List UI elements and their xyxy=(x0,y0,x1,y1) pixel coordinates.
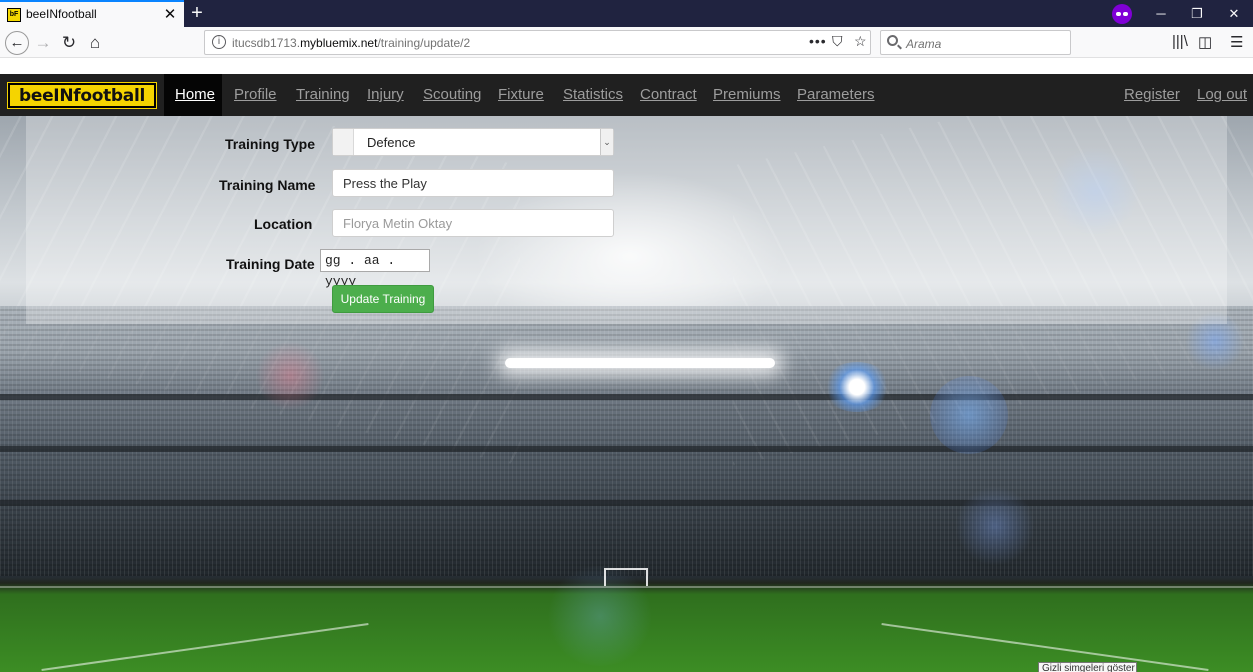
update-training-button[interactable]: Update Training xyxy=(332,285,434,313)
training-type-select[interactable]: Defence ⌄ xyxy=(332,128,614,156)
reload-icon[interactable]: ↻ xyxy=(57,31,81,55)
browser-toolbar: ← → ↻ ⌂ i itucsdb1713.mybluemix.net/trai… xyxy=(0,27,1253,58)
home-icon[interactable]: ⌂ xyxy=(83,31,107,55)
window-close-icon[interactable]: ✕ xyxy=(1216,0,1252,27)
search-icon xyxy=(887,35,898,46)
site-favicon-icon: bF xyxy=(7,8,21,22)
url-text: itucsdb1713.mybluemix.net/training/updat… xyxy=(232,36,471,50)
nav-link-register[interactable]: Register xyxy=(1124,86,1180,103)
pitch-line xyxy=(0,586,1253,588)
select-left-cap xyxy=(333,129,354,155)
info-icon[interactable]: i xyxy=(212,35,226,49)
nav-link-contract[interactable]: Contract xyxy=(640,86,697,103)
pitch-line xyxy=(41,623,369,671)
stand-tier-2 xyxy=(0,446,1253,452)
stand-tier-1 xyxy=(0,394,1253,400)
location-input[interactable] xyxy=(332,209,614,237)
hamburger-menu-icon[interactable]: ☰ xyxy=(1230,33,1243,51)
stadium-crowd xyxy=(0,306,1253,576)
pocket-icon[interactable]: ⛉ xyxy=(832,33,843,50)
search-placeholder: Arama xyxy=(906,37,942,51)
brand-logo[interactable]: beeINfootball xyxy=(7,82,157,109)
page-actions-icon[interactable]: ••• xyxy=(809,33,827,49)
training-type-label: Training Type xyxy=(225,136,315,152)
tab-close-icon[interactable]: ✕ xyxy=(160,5,180,25)
nav-link-logout[interactable]: Log out xyxy=(1197,86,1247,103)
nav-link-fixture[interactable]: Fixture xyxy=(498,86,544,103)
taskbar-tooltip: Gizli simgeleri göster xyxy=(1038,662,1137,672)
address-bar[interactable]: i itucsdb1713.mybluemix.net/training/upd… xyxy=(204,30,871,55)
location-label: Location xyxy=(254,216,313,232)
browser-tab-strip: bF beeINfootball ✕ + ─ ❐ ✕ xyxy=(0,0,1253,27)
restore-icon[interactable]: ❐ xyxy=(1179,0,1215,27)
lens-flare-orb xyxy=(930,376,1008,454)
private-mask-icon xyxy=(1112,4,1132,24)
nav-link-training[interactable]: Training xyxy=(296,86,350,103)
tab-title: beeINfootball xyxy=(26,7,97,21)
training-name-label: Training Name xyxy=(219,177,316,193)
page-top-margin xyxy=(0,58,1253,74)
form-panel xyxy=(26,116,1227,324)
back-arrow-icon[interactable]: ← xyxy=(5,31,29,55)
lens-flare-orb xyxy=(255,341,325,411)
nav-link-statistics[interactable]: Statistics xyxy=(563,86,623,103)
nav-link-injury[interactable]: Injury xyxy=(367,86,404,103)
floodlights xyxy=(505,358,775,368)
new-tab-icon[interactable]: + xyxy=(186,1,208,25)
nav-link-scouting[interactable]: Scouting xyxy=(423,86,481,103)
library-icon[interactable]: |||\ xyxy=(1172,33,1188,50)
training-date-input[interactable]: gg . aa . yyyy xyxy=(320,249,430,289)
site-navbar: beeINfootball Home Profile Training Inju… xyxy=(0,74,1253,116)
training-name-input[interactable] xyxy=(332,169,614,197)
nav-link-home[interactable]: Home xyxy=(175,86,215,103)
search-input[interactable]: Arama xyxy=(880,30,1071,55)
nav-link-parameters[interactable]: Parameters xyxy=(797,86,875,103)
nav-link-premiums[interactable]: Premiums xyxy=(713,86,781,103)
browser-tab[interactable]: bF beeINfootball ✕ xyxy=(0,0,184,27)
lens-flare-orb xyxy=(955,486,1035,566)
nav-link-profile[interactable]: Profile xyxy=(234,86,277,103)
goal-post xyxy=(604,568,648,586)
training-date-label: Training Date xyxy=(226,256,315,272)
bookmark-star-icon[interactable]: ☆ xyxy=(854,33,867,50)
forward-arrow-icon[interactable]: → xyxy=(31,31,55,55)
stand-tier-3 xyxy=(0,500,1253,506)
training-type-value: Defence xyxy=(367,135,416,150)
sidebar-icon[interactable]: ◫ xyxy=(1198,33,1212,51)
lens-flare-bright xyxy=(822,362,892,412)
minimize-icon[interactable]: ─ xyxy=(1143,0,1179,27)
chevron-down-icon[interactable]: ⌄ xyxy=(600,129,613,155)
